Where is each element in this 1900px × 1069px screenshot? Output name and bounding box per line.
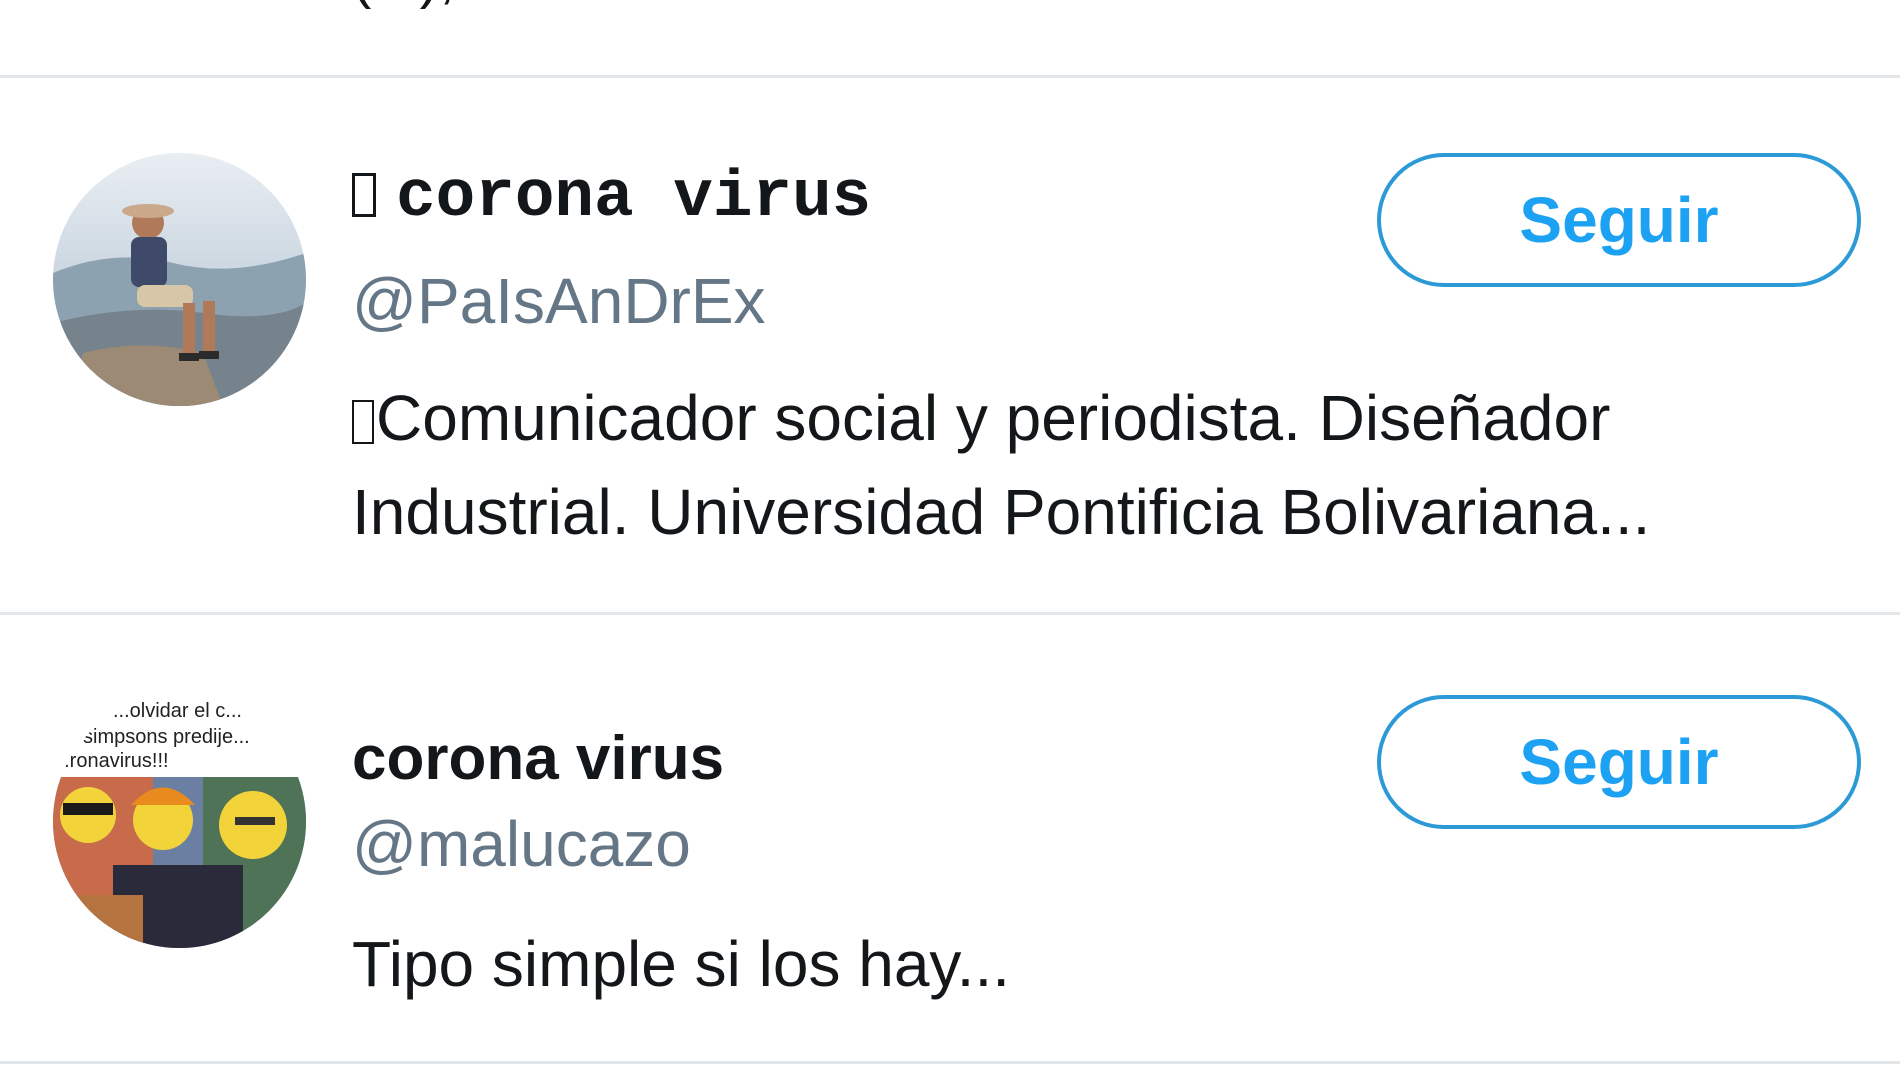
user-handle[interactable]: @malucazo	[352, 807, 691, 881]
previous-item-fragment: (...), ... ... ... ... ...	[0, 0, 1900, 76]
avatar-simpsons-meme: ...olvidar el c... simpsons predije... .…	[53, 695, 306, 948]
user-row[interactable]: corona virus @PaIsAnDrEx Comunicador soc…	[0, 78, 1900, 612]
display-name[interactable]: corona virus	[352, 723, 724, 794]
unsupported-emoji-icon	[352, 400, 374, 444]
display-name-text: corona virus	[396, 160, 872, 235]
user-bio: Tipo simple si los hay...	[352, 928, 1010, 1000]
user-bio: Comunicador social y periodista. Diseñad…	[352, 371, 1862, 559]
display-name[interactable]: corona virus	[352, 160, 871, 235]
avatar-caption-line: simpsons predije...	[83, 726, 250, 748]
user-row[interactable]: ...olvidar el c... simpsons predije... .…	[0, 615, 1900, 1061]
user-handle[interactable]: @PaIsAnDrEx	[352, 264, 766, 338]
avatar[interactable]: ...olvidar el c... simpsons predije... .…	[53, 695, 306, 948]
avatar-photo-mountain	[53, 153, 306, 406]
avatar[interactable]	[53, 153, 306, 406]
avatar-caption-line: ...olvidar el c...	[113, 700, 242, 722]
unsupported-emoji-icon	[352, 173, 376, 217]
previous-item-text: (...), ... ... ... ... ...	[352, 0, 777, 11]
avatar-caption-line: ...ronavirus!!!	[53, 750, 169, 772]
divider	[0, 1061, 1900, 1064]
follow-button[interactable]: Seguir	[1377, 153, 1861, 287]
follow-button[interactable]: Seguir	[1377, 695, 1861, 829]
user-bio-text: Comunicador social y periodista. Diseñad…	[352, 382, 1651, 548]
